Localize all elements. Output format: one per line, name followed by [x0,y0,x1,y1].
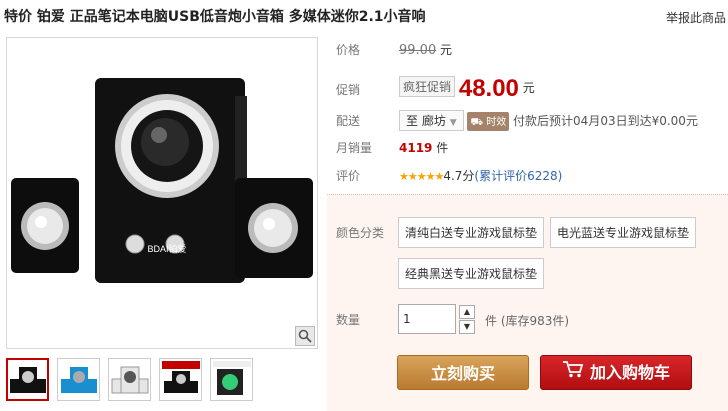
product-title: 特价 铂爱 正品笔记本电脑USB低音炮小音箱 多媒体迷你2.1小音响 [4,9,426,25]
quantity-down-icon[interactable]: ▼ [459,320,475,334]
delivery-row: 配送 至 廊坊 ▼ ⛟ 时效 付款后预计04月03日到达¥0.00元 [327,110,728,131]
rating-score: 4.7分 [443,169,475,183]
rating-label: 评价 [336,169,361,183]
quantity-unit: 件 [485,314,498,328]
quantity-input[interactable]: 1 [398,304,456,334]
price-row: 价格 99.00 元 [327,41,728,61]
delivery-note: 付款后预计04月03日到达¥0.00元 [513,114,698,128]
color-option-blue[interactable]: 电光蓝送专业游戏鼠标垫 [550,217,697,248]
original-price: 99.00 [399,43,437,58]
color-option-black[interactable]: 经典黑送专业游戏鼠标垫 [398,258,545,289]
thumbnail-1[interactable] [6,358,49,401]
destination-prefix: 至 [406,114,419,128]
sales-value: 4119 [399,141,433,155]
sales-label: 月销量 [336,141,373,155]
stock-count: (库存983件) [500,314,570,328]
thumbnail-4[interactable] [159,358,202,401]
stock-info: 件 (库存983件) [485,312,569,329]
thumbnail-strip [6,358,253,401]
delivery-badge: ⛟ 时效 [467,112,510,131]
price-label: 价格 [336,43,361,57]
promo-unit: 元 [522,81,535,95]
delivery-label: 配送 [336,114,361,128]
thumbnail-3[interactable] [108,358,151,401]
rating-row: 评价 ★★★★★4.7分(累计评价6228) [327,167,728,185]
thumbnail-5[interactable] [210,358,253,401]
quantity-up-icon[interactable]: ▲ [459,305,475,319]
sales-unit: 件 [436,141,449,155]
destination-value: 廊坊 [421,114,446,128]
speaker-image: BDAI铂爱 [11,78,313,283]
purchase-panel: 颜色分类 清纯白送专业游戏鼠标垫 电光蓝送专业游戏鼠标垫 经典黑送专业游戏鼠标垫… [327,194,728,411]
sales-row: 月销量 4119 件 [327,139,728,157]
color-label: 颜色分类 [336,226,385,240]
main-product-image[interactable]: BDAI铂爱 [6,37,318,349]
color-option-white[interactable]: 清纯白送专业游戏鼠标垫 [398,217,545,248]
zoom-icon[interactable] [295,326,315,346]
thumbnail-2[interactable] [57,358,100,401]
product-logo: BDAI铂爱 [147,243,186,254]
product-page: 特价 铂爱 正品笔记本电脑USB低音炮小音箱 多媒体迷你2.1小音响 举报此商品… [0,0,728,411]
price-unit: 元 [440,43,453,57]
promo-tag: 疯狂促销 [399,76,456,97]
promo-row: 促销 疯狂促销 48.00 元 [327,73,728,105]
report-link[interactable]: 举报此商品 [666,9,726,26]
destination-select[interactable]: 至 廊坊 ▼ [399,110,464,131]
cart-icon [562,355,584,390]
add-to-cart-label: 加入购物车 [589,363,670,382]
truck-icon: ⛟ [470,117,484,128]
promo-label: 促销 [336,83,361,97]
promo-price: 48.00 [458,75,519,102]
buy-now-button[interactable]: 立刻购买 [397,355,529,390]
quantity-label: 数量 [336,313,361,327]
chevron-down-icon: ▼ [449,118,457,128]
add-to-cart-button[interactable]: 加入购物车 [540,355,692,390]
reviews-link[interactable]: (累计评价6228) [474,169,562,183]
delivery-badge-label: 时效 [486,117,507,128]
star-rating-icon: ★★★★★ [399,170,444,183]
